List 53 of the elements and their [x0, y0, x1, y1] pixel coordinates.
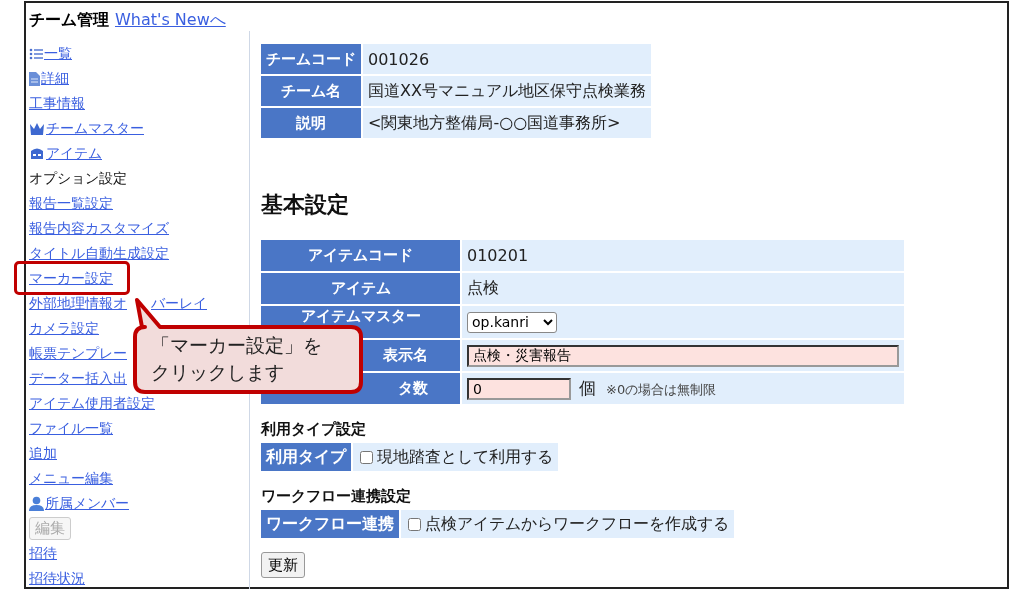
field-value: 001026	[363, 44, 651, 74]
whats-new-link[interactable]: What's Newへ	[115, 10, 226, 31]
section-heading: 基本設定	[261, 191, 350, 219]
checkbox-label: 点検アイテムからワークフローを作成する	[425, 513, 729, 535]
document-icon	[29, 71, 40, 86]
field-value: 010201	[462, 240, 904, 271]
field-label: アイテム	[261, 273, 460, 304]
list-icon	[29, 46, 43, 61]
sidebar-link[interactable]: 工事情報	[29, 94, 85, 113]
unit-label: 個	[579, 378, 596, 398]
sidebar-link[interactable]: 詳細	[29, 69, 69, 88]
sidebar-link[interactable]: ファイル一覧	[29, 419, 113, 438]
input-field[interactable]: 点検・災害報告	[467, 344, 899, 367]
checkbox[interactable]	[408, 517, 421, 531]
field-label: ワークフロー連携	[261, 510, 399, 538]
field-label: チーム名	[261, 76, 361, 106]
sidebar-link[interactable]: データー括入出	[29, 369, 127, 388]
section-label: オプション設定	[29, 169, 127, 188]
field-label: 利用タイプ	[261, 443, 351, 471]
sidebar-link[interactable]: タイトル自動生成設定	[29, 244, 169, 263]
checkbox-label: 現地踏査として利用する	[377, 446, 553, 468]
field-value: 国道XX号マニュアル地区保守点検業務	[363, 76, 651, 106]
sidebar-link[interactable]: 一覧	[29, 44, 72, 63]
sidebar-link[interactable]: 報告一覧設定	[29, 194, 113, 213]
crown-icon	[29, 122, 45, 135]
sidebar-link[interactable]: 外部地理情報オ バーレイ	[29, 294, 207, 313]
item-master-select[interactable]: op.kanri	[467, 311, 557, 333]
input-field[interactable]: 0	[467, 378, 571, 400]
field-value: <関東地方整備局-○○国道事務所>	[363, 108, 651, 138]
sidebar-link[interactable]: カメラ設定	[29, 319, 99, 338]
bag-icon	[29, 147, 45, 160]
sidebar-link[interactable]: 追加	[29, 444, 57, 463]
sidebar-link[interactable]: 所属メンバー	[29, 494, 129, 513]
note-text: ※0の場合は無制限	[606, 382, 717, 397]
sidebar-link[interactable]: アイテム使用者設定	[29, 394, 155, 413]
sidebar-link[interactable]: 報告内容カスタマイズ	[29, 219, 169, 238]
page-title: チーム管理	[29, 10, 109, 31]
person-icon	[29, 496, 44, 511]
sidebar-link[interactable]: チームマスター	[29, 119, 144, 138]
field-label: アイテムコード	[261, 240, 460, 271]
sidebar-link[interactable]: 招待状況	[29, 569, 85, 588]
sidebar-link[interactable]: 招待	[29, 544, 57, 563]
field-label: 説明	[261, 108, 361, 138]
checkbox[interactable]	[360, 450, 373, 464]
section-heading: ワークフロー連携設定	[261, 487, 412, 506]
section-heading: 利用タイプ設定	[261, 420, 367, 439]
sidebar-link[interactable]: メニュー編集	[29, 469, 113, 488]
sidebar-link[interactable]: 帳票テンプレー	[29, 344, 127, 363]
field-label: チームコード	[261, 44, 361, 74]
sidebar-link[interactable]: アイテム	[29, 144, 102, 163]
field-value: 点検	[462, 273, 904, 304]
update-button[interactable]: 更新	[261, 552, 305, 578]
sidebar-link[interactable]: マーカー設定	[29, 269, 113, 288]
